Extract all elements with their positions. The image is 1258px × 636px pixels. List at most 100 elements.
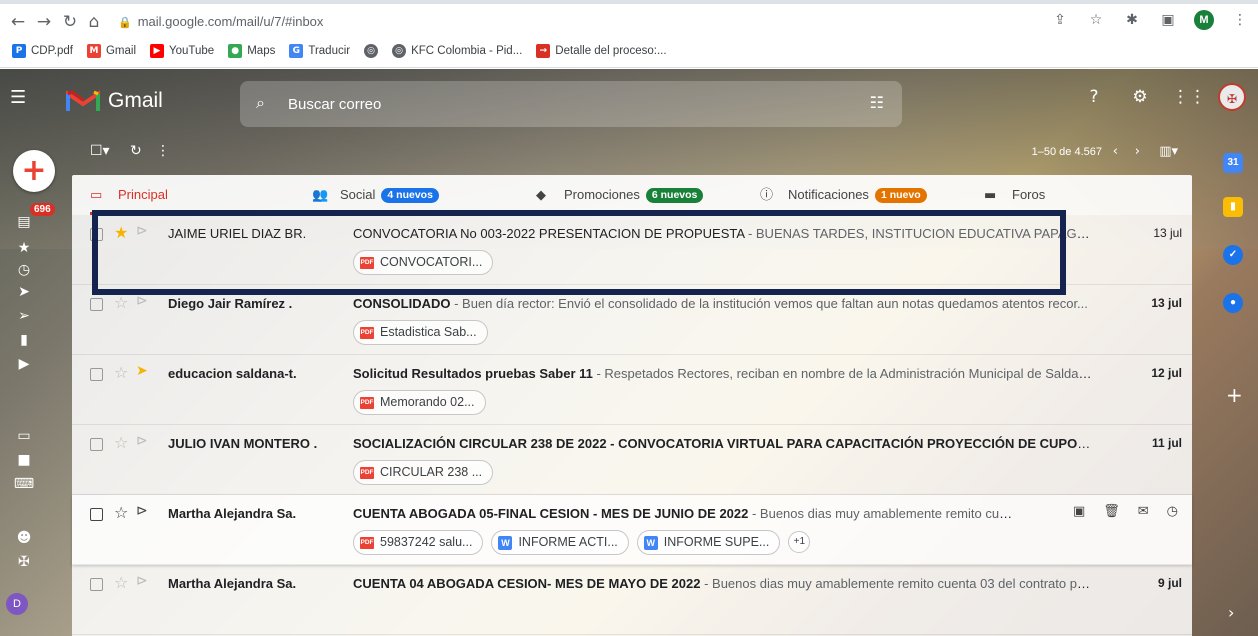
bookmark-cdp[interactable]: P CDP.pdf: [12, 44, 73, 58]
delete-icon[interactable]: 🗑: [1103, 504, 1120, 519]
star-icon[interactable]: ★: [114, 223, 128, 242]
add-addon-icon[interactable]: +: [1226, 383, 1243, 407]
forward-icon[interactable]: →: [32, 10, 56, 34]
search-input[interactable]: [288, 93, 848, 115]
mark-read-icon[interactable]: ✉: [1138, 504, 1149, 519]
attachment-chip[interactable]: W INFORME ACTI...: [491, 530, 629, 555]
important-marker-icon[interactable]: ⊳: [136, 573, 148, 589]
email-row[interactable]: ☆ ⊳ Martha Alejandra Sa. CUENTA 04 ABOGA…: [72, 565, 1192, 635]
snooze-icon[interactable]: ◷: [1167, 504, 1178, 519]
important-marker-icon[interactable]: ➤: [136, 363, 148, 379]
email-row[interactable]: ☆ ⊳ Martha Alejandra Sa. CUENTA ABOGADA …: [72, 495, 1192, 565]
home-icon[interactable]: ⌂: [82, 10, 106, 34]
attachment-chip[interactable]: PDF Memorando 02...: [353, 390, 486, 415]
labels-icon[interactable]: ▶: [8, 353, 40, 375]
attachment-chips: PDF CIRCULAR 238 ...: [353, 460, 494, 485]
bookmark-youtube[interactable]: ▶ YouTube: [150, 44, 214, 58]
more-actions-icon[interactable]: ⋮: [156, 143, 170, 159]
starred-icon[interactable]: ★: [8, 237, 40, 259]
attachment-chip[interactable]: PDF 59837242 salu...: [353, 530, 484, 555]
important-icon[interactable]: ➤: [8, 281, 40, 303]
search-icon[interactable]: ⌕: [256, 93, 265, 113]
main-menu-icon[interactable]: ☰: [10, 87, 32, 113]
tab-social[interactable]: 👥 Social 4 nuevos: [312, 175, 439, 215]
address-bar[interactable]: 🔒 mail.google.com/mail/u/7/#inbox: [118, 9, 1018, 35]
back-icon[interactable]: ←: [6, 10, 30, 34]
star-icon[interactable]: ☆: [114, 293, 128, 312]
pdf-icon: PDF: [360, 256, 374, 269]
extensions-icon[interactable]: ✱: [1122, 10, 1142, 30]
gmail-logo-icon: [66, 90, 100, 111]
bookmark-detalle[interactable]: → Detalle del proceso:...: [536, 44, 667, 58]
account-avatar[interactable]: ✠: [1218, 83, 1246, 111]
search-options-icon[interactable]: ☷: [870, 93, 884, 112]
attachment-chip[interactable]: PDF Estadistica Sab...: [353, 320, 488, 345]
tab-foros[interactable]: ▬ Foros: [984, 175, 1045, 215]
sidebar-icon[interactable]: ▣: [1158, 10, 1178, 30]
email-subject-line: CONSOLIDADO - Buen día rector: Envió el …: [353, 296, 1093, 311]
attachment-chip[interactable]: W INFORME SUPE...: [636, 530, 781, 555]
bookmark-traducir[interactable]: G Traducir: [289, 44, 350, 58]
email-date: 13 jul: [1151, 296, 1182, 310]
important-marker-icon[interactable]: ⊳: [136, 503, 148, 519]
browser-menu-icon[interactable]: ⋮: [1230, 10, 1250, 30]
important-marker-icon[interactable]: ⊳: [136, 433, 148, 449]
archive-icon[interactable]: ▣: [1073, 504, 1085, 519]
select-all-checkbox-icon[interactable]: ☐▾: [90, 143, 110, 159]
row-checkbox[interactable]: [90, 368, 103, 381]
meet-new-icon[interactable]: ▭: [8, 425, 40, 447]
profile-avatar[interactable]: M: [1194, 10, 1214, 30]
email-row[interactable]: ☆ ➤ educacion saldana-t. Solicitud Resul…: [72, 355, 1192, 425]
keyboard-icon[interactable]: ⌨: [8, 473, 40, 495]
more-attachments-chip[interactable]: +1: [788, 531, 811, 553]
star-icon[interactable]: ☆: [114, 363, 128, 382]
important-marker-icon[interactable]: ⊳: [136, 293, 148, 309]
important-marker-icon[interactable]: ⊳: [136, 223, 148, 239]
split-pane-icon[interactable]: ▥▾: [1159, 144, 1178, 159]
star-icon[interactable]: ☆: [114, 573, 128, 592]
row-checkbox[interactable]: [90, 228, 103, 241]
tab-notificaciones[interactable]: ⓘ Notificaciones 1 nuevo: [760, 175, 927, 215]
email-sender: Martha Alejandra Sa.: [168, 576, 297, 591]
row-checkbox[interactable]: [90, 508, 103, 521]
drafts-icon[interactable]: ▮: [8, 329, 40, 351]
keep-icon[interactable]: ▮: [1223, 197, 1243, 217]
star-icon[interactable]: ☆: [114, 503, 128, 522]
apps-grid-icon[interactable]: ⋮⋮: [1172, 83, 1206, 111]
account-crest-icon[interactable]: ✠: [8, 551, 40, 573]
email-row[interactable]: ★ ⊳ JAIME URIEL DIAZ BR. CONVOCATORIA No…: [72, 215, 1192, 285]
snoozed-icon[interactable]: ◷: [8, 259, 40, 281]
row-checkbox[interactable]: [90, 578, 103, 591]
star-icon[interactable]: ☆: [114, 433, 128, 452]
next-page-icon[interactable]: ›: [1135, 144, 1140, 159]
tasks-icon[interactable]: ✓: [1223, 245, 1243, 265]
row-checkbox[interactable]: [90, 298, 103, 311]
tab-principal[interactable]: ▭ Principal: [90, 175, 228, 215]
tab-promociones[interactable]: ◆ Promociones 6 nuevos: [536, 175, 704, 215]
hangouts-icon[interactable]: ☻: [8, 527, 40, 549]
row-checkbox[interactable]: [90, 438, 103, 451]
calendar-icon[interactable]: 31: [1223, 153, 1243, 173]
bookmark-star-icon[interactable]: ☆: [1086, 10, 1106, 30]
email-row[interactable]: ☆ ⊳ JULIO IVAN MONTERO . SOCIALIZACIÓN C…: [72, 425, 1192, 495]
prev-page-icon[interactable]: ‹: [1113, 144, 1118, 159]
attachment-chip[interactable]: PDF CONVOCATORI...: [353, 250, 494, 275]
email-subject: CUENTA ABOGADA 05-FINAL CESION - MES DE …: [353, 506, 749, 521]
user-avatar[interactable]: D: [6, 593, 28, 615]
email-row[interactable]: ☆ ⊳ Diego Jair Ramírez . CONSOLIDADO - B…: [72, 285, 1192, 355]
attachment-chip[interactable]: PDF CIRCULAR 238 ...: [353, 460, 494, 485]
bookmark-gmail[interactable]: M Gmail: [86, 44, 136, 58]
sent-icon[interactable]: ➢: [8, 305, 40, 327]
contacts-icon[interactable]: ●: [1223, 293, 1243, 313]
help-icon[interactable]: ?: [1080, 83, 1108, 111]
settings-gear-icon[interactable]: ⚙: [1126, 83, 1154, 111]
refresh-icon[interactable]: ↻: [130, 143, 142, 159]
reload-icon[interactable]: ↻: [58, 10, 82, 34]
bookmark-globe[interactable]: ◎: [364, 44, 379, 58]
video-icon[interactable]: ■: [8, 449, 40, 471]
compose-button[interactable]: +: [13, 150, 55, 192]
bookmark-maps[interactable]: ● Maps: [228, 44, 275, 58]
bookmark-kfc[interactable]: ◎ KFC Colombia - Pid...: [392, 44, 522, 58]
expand-panel-icon[interactable]: ›: [1228, 603, 1234, 622]
share-icon[interactable]: ⇪: [1050, 10, 1070, 30]
